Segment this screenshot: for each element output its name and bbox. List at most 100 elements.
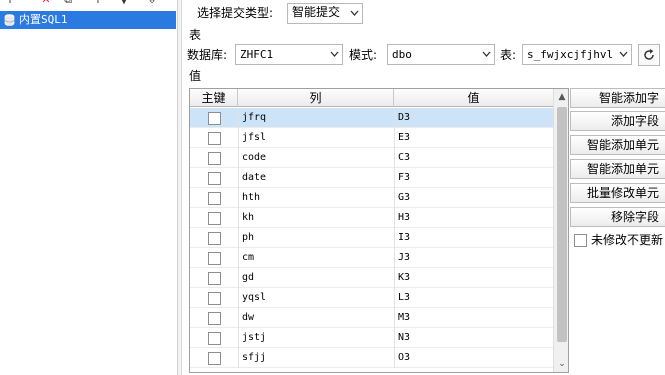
primary-key-checkbox[interactable] bbox=[208, 312, 221, 325]
remove-field-button[interactable]: 移除字段 bbox=[570, 207, 665, 227]
refresh-icon bbox=[644, 49, 654, 60]
table-value: s_fwjxcjfjhvl bbox=[527, 48, 614, 61]
value-cell[interactable]: F3 bbox=[398, 171, 410, 185]
table-row[interactable]: code C3 bbox=[190, 148, 553, 168]
column-name-cell[interactable]: jfsl bbox=[242, 131, 266, 145]
scrollbar-thumb[interactable] bbox=[557, 107, 567, 342]
refresh-button[interactable] bbox=[638, 44, 660, 66]
value-column-header[interactable]: 值 bbox=[394, 89, 553, 107]
smart-add-cell-button-1[interactable]: 智能添加单元 bbox=[570, 135, 665, 155]
table-row[interactable]: ph I3 bbox=[190, 228, 553, 248]
add-field-button[interactable]: 添加字段 bbox=[570, 111, 665, 131]
value-cell[interactable]: J3 bbox=[398, 251, 410, 265]
column-name-cell[interactable]: kh bbox=[242, 211, 254, 225]
column-name-cell[interactable]: jstj bbox=[242, 331, 266, 345]
primary-key-checkbox[interactable] bbox=[208, 152, 221, 165]
primary-key-checkbox[interactable] bbox=[208, 192, 221, 205]
table-label: 表: bbox=[500, 48, 517, 62]
move-down-icon[interactable]: ▼ bbox=[118, 0, 130, 6]
add-icon[interactable]: + bbox=[4, 0, 16, 6]
primary-key-checkbox[interactable] bbox=[208, 352, 221, 365]
column-name-cell[interactable]: dw bbox=[242, 311, 254, 325]
schema-select[interactable]: dbo bbox=[387, 44, 495, 65]
schema-label: 模式: bbox=[349, 48, 378, 62]
value-cell[interactable]: G3 bbox=[398, 191, 410, 205]
database-label: 数据库: bbox=[187, 48, 228, 62]
table-row[interactable]: yqsl L3 bbox=[190, 288, 553, 308]
table-row[interactable]: kh H3 bbox=[190, 208, 553, 228]
panel-splitter[interactable] bbox=[178, 0, 182, 375]
column-name-cell[interactable]: sfjj bbox=[242, 351, 266, 365]
no-update-if-unmodified-checkbox[interactable] bbox=[574, 234, 587, 247]
value-cell[interactable]: L3 bbox=[398, 291, 410, 305]
value-cell[interactable]: O3 bbox=[398, 351, 410, 365]
database-select[interactable]: ZHFC1 bbox=[235, 44, 343, 65]
scroll-up-icon[interactable]: ▲ bbox=[554, 89, 568, 105]
primary-key-checkbox[interactable] bbox=[208, 252, 221, 265]
table-row[interactable]: date F3 bbox=[190, 168, 553, 188]
value-cell[interactable]: E3 bbox=[398, 131, 410, 145]
smart-add-cell-button-2[interactable]: 智能添加单元 bbox=[570, 159, 665, 179]
pk-column-header[interactable]: 主键 bbox=[190, 89, 238, 107]
primary-key-checkbox[interactable] bbox=[208, 272, 221, 285]
smart-add-field-button[interactable]: 智能添加字 bbox=[570, 88, 665, 108]
primary-key-checkbox[interactable] bbox=[208, 332, 221, 345]
chevron-down-icon bbox=[350, 10, 359, 16]
vertical-scrollbar[interactable]: ▲ ⌄ bbox=[553, 89, 568, 372]
move-up-icon[interactable]: ↑ bbox=[92, 0, 104, 6]
column-divider bbox=[394, 228, 395, 248]
value-cell[interactable]: H3 bbox=[398, 211, 410, 225]
column-divider bbox=[238, 328, 239, 348]
submit-type-label: 选择提交类型: bbox=[197, 6, 274, 20]
table-row[interactable]: dw M3 bbox=[190, 308, 553, 328]
column-name-cell[interactable]: jfrq bbox=[242, 111, 266, 125]
primary-key-checkbox[interactable] bbox=[208, 212, 221, 225]
table-row[interactable]: jstj N3 bbox=[190, 328, 553, 348]
delete-icon[interactable]: ✕ bbox=[40, 0, 52, 6]
primary-key-checkbox[interactable] bbox=[208, 112, 221, 125]
value-cell[interactable]: D3 bbox=[398, 111, 410, 125]
value-cell[interactable]: M3 bbox=[398, 311, 410, 325]
database-icon bbox=[4, 14, 15, 26]
column-name-cell[interactable]: code bbox=[242, 151, 266, 165]
table-row[interactable]: gd K3 bbox=[190, 268, 553, 288]
primary-key-checkbox[interactable] bbox=[208, 172, 221, 185]
chevron-down-icon bbox=[619, 51, 628, 57]
primary-key-checkbox[interactable] bbox=[208, 132, 221, 145]
column-divider bbox=[394, 248, 395, 268]
primary-key-checkbox[interactable] bbox=[208, 292, 221, 305]
tree-item-builtin-sql[interactable]: 内置SQL1 bbox=[0, 11, 176, 29]
more-icon[interactable]: ⇩ bbox=[146, 0, 158, 6]
table-select[interactable]: s_fwjxcjfjhvl bbox=[522, 44, 632, 65]
column-name-cell[interactable]: cm bbox=[242, 251, 254, 265]
column-column-header[interactable]: 列 bbox=[238, 89, 394, 107]
column-divider bbox=[238, 168, 239, 188]
scroll-down-icon[interactable]: ⌄ bbox=[554, 356, 568, 372]
value-cell[interactable]: I3 bbox=[398, 231, 410, 245]
table-header: 主键 列 值 bbox=[190, 89, 553, 107]
column-name-cell[interactable]: hth bbox=[242, 191, 260, 205]
batch-modify-cell-button[interactable]: 批量修改单元 bbox=[570, 183, 665, 203]
column-divider bbox=[238, 288, 239, 308]
column-divider bbox=[394, 168, 395, 188]
column-divider bbox=[394, 348, 395, 368]
value-cell[interactable]: C3 bbox=[398, 151, 410, 165]
copy-icon[interactable]: ⧉ bbox=[62, 0, 74, 6]
table-row[interactable]: hth G3 bbox=[190, 188, 553, 208]
submit-type-select[interactable]: 智能提交 bbox=[287, 3, 363, 24]
table-row[interactable]: cm J3 bbox=[190, 248, 553, 268]
column-name-cell[interactable]: yqsl bbox=[242, 291, 266, 305]
column-name-cell[interactable]: ph bbox=[242, 231, 254, 245]
column-divider bbox=[394, 208, 395, 228]
table-row[interactable]: sfjj O3 bbox=[190, 348, 553, 368]
submit-type-value: 智能提交 bbox=[292, 6, 341, 19]
value-cell[interactable]: N3 bbox=[398, 331, 410, 345]
column-name-cell[interactable]: date bbox=[242, 171, 266, 185]
column-divider bbox=[238, 128, 239, 148]
primary-key-checkbox[interactable] bbox=[208, 232, 221, 245]
table-row[interactable]: jfsl E3 bbox=[190, 128, 553, 148]
tree-item-label: 内置SQL1 bbox=[19, 13, 68, 26]
column-name-cell[interactable]: gd bbox=[242, 271, 254, 285]
value-cell[interactable]: K3 bbox=[398, 271, 410, 285]
table-row[interactable]: jfrq D3 bbox=[190, 108, 553, 128]
